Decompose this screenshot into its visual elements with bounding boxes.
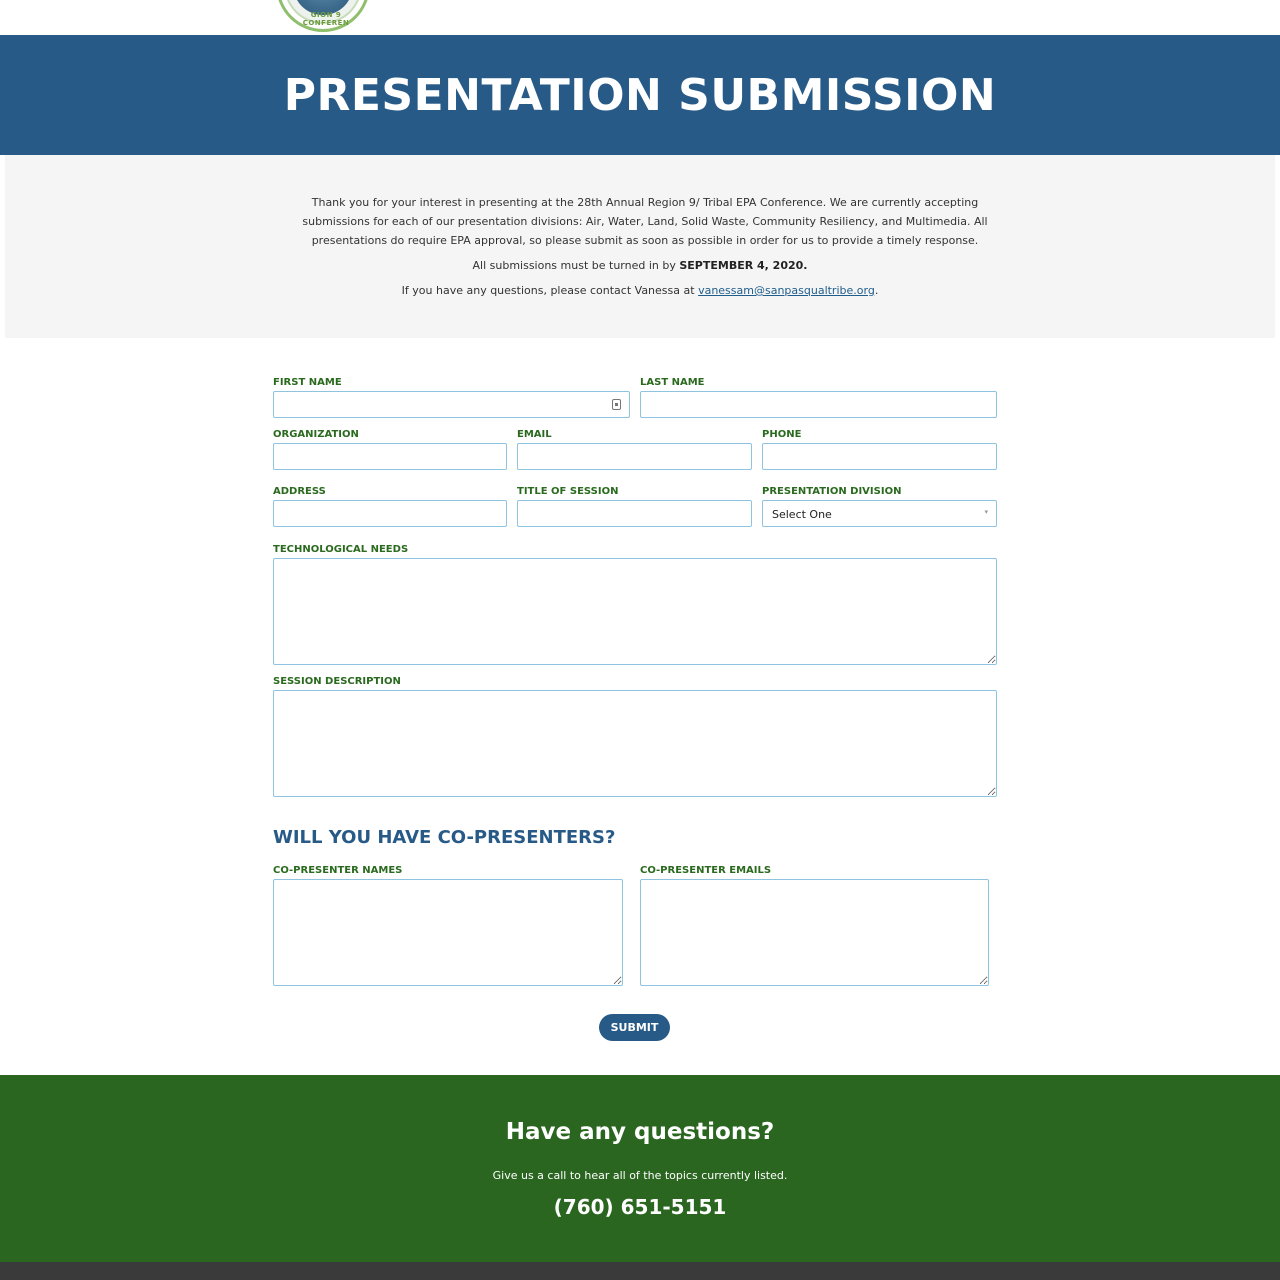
tech-needs-label: TECHNOLOGICAL NEEDS	[273, 544, 409, 555]
site-header: GION 9 CONFEREN	[0, 0, 1280, 35]
email-label: EMAIL	[517, 429, 552, 440]
email-input[interactable]	[518, 444, 751, 469]
session-title-label: TITLE OF SESSION	[517, 486, 619, 497]
submit-button[interactable]: SUBMIT	[599, 1014, 670, 1041]
organization-input[interactable]	[274, 444, 506, 469]
session-title-field[interactable]	[517, 500, 752, 527]
last-name-input[interactable]	[641, 392, 996, 417]
last-name-field[interactable]	[640, 391, 997, 418]
title-banner: PRESENTATION SUBMISSION	[0, 35, 1280, 155]
division-select[interactable]: Select One ▾	[762, 500, 997, 527]
session-description-textarea[interactable]	[274, 691, 996, 796]
session-description-label: SESSION DESCRIPTION	[273, 676, 401, 687]
organization-label: ORGANIZATION	[273, 429, 359, 440]
logo-text: GION 9 CONFEREN	[302, 11, 350, 27]
copresenter-names-label: CO-PRESENTER NAMES	[273, 865, 403, 876]
phone-field[interactable]	[762, 443, 997, 470]
contact-email-link[interactable]: vanessam@sanpasqualtribe.org	[698, 284, 875, 297]
copresenter-emails-field[interactable]	[640, 879, 989, 986]
contact-prefix: If you have any questions, please contac…	[401, 284, 699, 297]
footer-phone[interactable]: (760) 651-5151	[0, 1195, 1280, 1219]
contact-text: If you have any questions, please contac…	[5, 281, 1275, 300]
tech-needs-field[interactable]	[273, 558, 997, 665]
conference-logo[interactable]: GION 9 CONFEREN	[276, 0, 370, 32]
copresenter-emails-label: CO-PRESENTER EMAILS	[640, 865, 772, 876]
last-name-label: LAST NAME	[640, 377, 705, 388]
address-field[interactable]	[273, 500, 507, 527]
address-input[interactable]	[274, 501, 506, 526]
session-title-input[interactable]	[518, 501, 751, 526]
phone-input[interactable]	[763, 444, 996, 469]
email-field[interactable]	[517, 443, 752, 470]
copresenter-emails-textarea[interactable]	[641, 880, 988, 985]
page-title: PRESENTATION SUBMISSION	[283, 69, 997, 121]
first-name-label: FIRST NAME	[273, 377, 342, 388]
session-description-field[interactable]	[273, 690, 997, 797]
division-label: PRESENTATION DIVISION	[762, 486, 902, 497]
copresenter-names-textarea[interactable]	[274, 880, 622, 985]
phone-label: PHONE	[762, 429, 802, 440]
intro-paragraph: Thank you for your interest in presentin…	[302, 196, 988, 247]
footer-subtext: Give us a call to hear all of the topics…	[492, 1169, 788, 1182]
autofill-icon[interactable]	[612, 399, 621, 410]
copresenters-heading: WILL YOU HAVE CO-PRESENTERS?	[273, 827, 616, 848]
deadline-date: SEPTEMBER 4, 2020.	[679, 259, 808, 272]
footer-cta: Have any questions? Give us a call to he…	[0, 1075, 1280, 1262]
address-label: ADDRESS	[273, 486, 326, 497]
copresenter-names-field[interactable]	[273, 879, 623, 986]
deadline-text: All submissions must be turned in by SEP…	[5, 256, 1275, 275]
first-name-input[interactable]	[274, 392, 629, 417]
first-name-field[interactable]	[273, 391, 630, 418]
deadline-prefix: All submissions must be turned in by	[472, 259, 680, 272]
tech-needs-textarea[interactable]	[274, 559, 996, 664]
contact-suffix: .	[874, 284, 879, 297]
footer-heading: Have any questions?	[505, 1119, 775, 1145]
bottom-bar	[0, 1262, 1280, 1280]
chevron-down-icon: ▾	[984, 508, 988, 516]
intro-panel: Thank you for your interest in presentin…	[5, 155, 1275, 338]
division-selected-value: Select One	[772, 508, 832, 521]
organization-field[interactable]	[273, 443, 507, 470]
